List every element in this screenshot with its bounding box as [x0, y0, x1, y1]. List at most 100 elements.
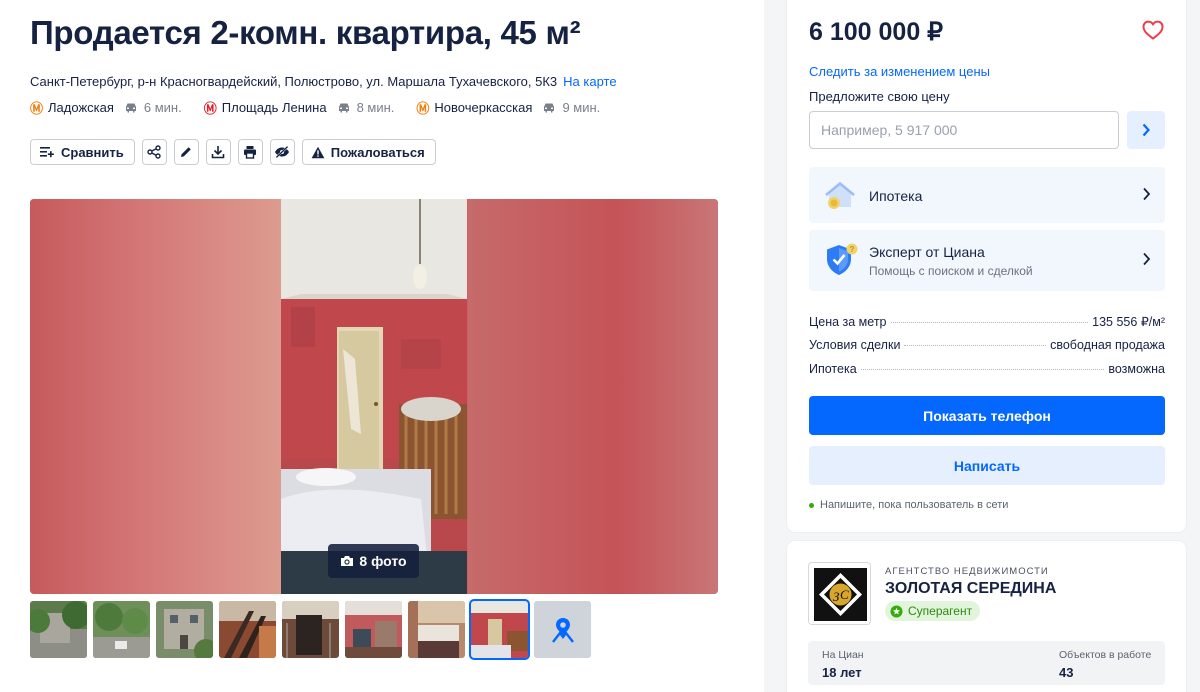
address-line: Санкт-Петербург, р-н Красногвардейский, …: [30, 74, 617, 89]
metro-station[interactable]: Ⓜ Новочеркасская 9 мин.: [416, 98, 600, 117]
thumbnail[interactable]: [156, 601, 213, 658]
expert-subtitle: Помощь с поиском и сделкой: [869, 264, 1033, 278]
svg-text:?: ?: [850, 245, 855, 254]
edit-button[interactable]: [173, 139, 199, 165]
compare-icon: [40, 147, 54, 158]
stat-value: 43: [1059, 665, 1074, 680]
svg-text:З: З: [833, 589, 840, 604]
favorite-heart-icon[interactable]: [1142, 20, 1164, 45]
stat-label: Объектов в работе: [1059, 649, 1152, 661]
metro-time: 9 мин.: [542, 100, 600, 115]
superagent-label: Суперагент: [908, 604, 973, 618]
warning-icon: [311, 146, 325, 158]
fact-key: Цена за метр: [809, 315, 887, 329]
share-icon: [147, 145, 161, 159]
car-icon: [338, 103, 349, 113]
complain-button[interactable]: Пожаловаться: [301, 139, 436, 165]
share-button[interactable]: [141, 139, 167, 165]
star-badge-icon: [890, 605, 903, 617]
print-button[interactable]: [237, 139, 263, 165]
fact-value: возможна: [1108, 362, 1165, 376]
photo-count-label: 8 фото: [359, 553, 407, 569]
fact-row: Условия сделки свободная продажа: [809, 338, 1165, 362]
metro-time-value: 6 мин.: [143, 100, 182, 115]
agency-logo[interactable]: З С: [808, 562, 871, 625]
agent-type: АГЕНТСТВО НЕДВИЖИМОСТИ: [885, 566, 1049, 577]
superagent-badge: Суперагент: [885, 601, 981, 621]
agent-name[interactable]: ЗОЛОТАЯ СЕРЕДИНА: [885, 580, 1056, 598]
show-phone-button[interactable]: Показать телефон: [809, 396, 1165, 435]
map-link[interactable]: На карте: [563, 74, 616, 89]
fact-value: 135 556 ₽/м²: [1092, 315, 1165, 329]
metro-time: 8 мин.: [337, 100, 395, 115]
fact-leader: [860, 369, 1105, 370]
metro-time-value: 9 мин.: [562, 100, 601, 115]
thumbnail[interactable]: [93, 601, 150, 658]
car-icon: [544, 103, 555, 113]
stat-years: На Циан 18 лет: [822, 649, 864, 680]
car-icon: [125, 103, 136, 113]
main-photo[interactable]: [281, 199, 467, 594]
price-facts: Цена за метр 135 556 ₽/м² Условия сделки…: [809, 314, 1165, 386]
thumbnail[interactable]: [219, 601, 276, 658]
fact-key: Условия сделки: [809, 338, 901, 352]
print-icon: [244, 146, 257, 159]
stat-objects: Объектов в работе 43: [1059, 649, 1151, 680]
stat-value: 18 лет: [822, 665, 862, 680]
listing-toolbar: Сравнить Пожаловаться: [30, 139, 436, 165]
download-button[interactable]: [205, 139, 231, 165]
metro-icon: Ⓜ: [203, 101, 217, 116]
mortgage-title: Ипотека: [869, 188, 923, 204]
metro-station[interactable]: Ⓜ Площадь Ленина 8 мин.: [204, 98, 395, 117]
complain-label: Пожаловаться: [330, 144, 425, 160]
download-icon: [211, 146, 225, 159]
thumbnail[interactable]: [345, 601, 402, 658]
fact-leader: [904, 345, 1047, 346]
svg-text:С: С: [840, 587, 849, 602]
thumbnail-active[interactable]: [469, 599, 530, 660]
fact-key: Ипотека: [809, 362, 857, 376]
hide-button[interactable]: [269, 139, 295, 165]
camera-icon: [341, 556, 354, 566]
price-card: 6 100 000 ₽ Следить за изменением цены П…: [787, 0, 1186, 532]
fact-value: свободная продажа: [1050, 338, 1165, 352]
offer-price-input[interactable]: [809, 111, 1119, 149]
thumbnail[interactable]: [408, 601, 465, 658]
metro-name: Ладожская: [48, 100, 114, 115]
metro-station[interactable]: Ⓜ Ладожская 6 мин.: [30, 98, 182, 117]
compare-label: Сравнить: [61, 144, 124, 160]
mortgage-promo[interactable]: Ипотека: [809, 167, 1165, 223]
metro-time-value: 8 мин.: [356, 100, 395, 115]
thumbnail-strip: [30, 599, 591, 660]
offer-submit-button[interactable]: [1127, 111, 1165, 149]
fact-row: Цена за метр 135 556 ₽/м²: [809, 314, 1165, 338]
expert-title: Эксперт от Циана: [869, 244, 985, 260]
metro-name: Площадь Ленина: [221, 100, 327, 115]
agent-stats: На Циан 18 лет Объектов в работе 43: [808, 641, 1165, 685]
agent-card: З С АГЕНТСТВО НЕДВИЖИМОСТИ ЗОЛОТАЯ СЕРЕД…: [787, 541, 1186, 692]
expert-promo[interactable]: ? Эксперт от Циана Помощь с поиском и сд…: [809, 230, 1165, 291]
page-title: Продается 2-комн. квартира, 45 м²: [30, 14, 581, 51]
house-coin-icon: [823, 178, 857, 217]
shield-check-icon: ?: [823, 242, 859, 283]
metro-list: Ⓜ Ладожская 6 мин. Ⓜ Площадь Ленина 8 ми…: [30, 98, 622, 117]
stat-label: На Циан: [822, 649, 864, 661]
chevron-right-icon: [1142, 252, 1151, 271]
thumbnail[interactable]: [30, 601, 87, 658]
follow-price-link[interactable]: Следить за изменением цены: [809, 64, 990, 79]
chevron-right-icon: [1142, 123, 1150, 137]
online-note: Напишите, пока пользователь в сети: [820, 499, 1009, 511]
metro-name: Новочеркасская: [434, 100, 533, 115]
metro-time: 6 мин.: [124, 100, 182, 115]
compare-button[interactable]: Сравнить: [30, 139, 135, 165]
address-text: Санкт-Петербург, р-н Красногвардейский, …: [30, 74, 558, 89]
photo-gallery[interactable]: 8 фото: [30, 199, 718, 594]
photo-count-button[interactable]: 8 фото: [328, 544, 419, 578]
map-thumbnail[interactable]: [534, 601, 591, 658]
gallery-blur-left: [30, 199, 282, 594]
online-dot-icon: [809, 502, 814, 508]
fact-leader: [890, 322, 1089, 323]
metro-icon: Ⓜ: [416, 101, 430, 116]
write-message-button[interactable]: Написать: [809, 446, 1165, 485]
thumbnail[interactable]: [282, 601, 339, 658]
